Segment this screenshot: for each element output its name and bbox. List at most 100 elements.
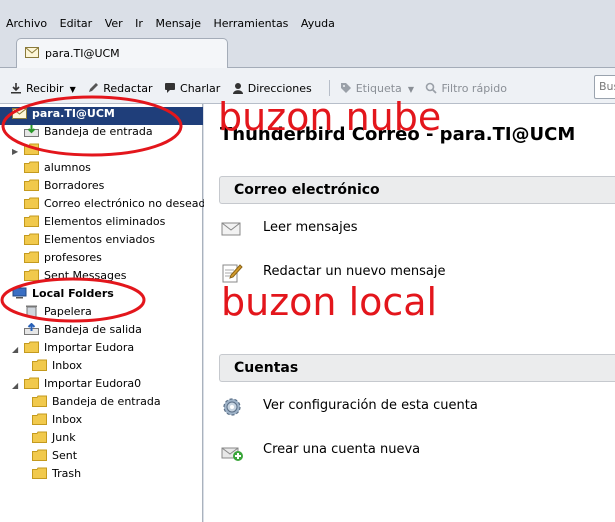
menu-mensaje[interactable]: Mensaje xyxy=(155,17,201,30)
folder-icon xyxy=(32,449,47,461)
email-section-header: Correo electrónico xyxy=(219,176,615,204)
tag-button[interactable]: Etiqueta ▼ xyxy=(340,82,414,95)
tree-item-folder[interactable]: Trash xyxy=(0,467,203,485)
tree-item-inbox[interactable]: Bandeja de entrada xyxy=(0,125,203,143)
toolbar-separator xyxy=(329,80,331,96)
folder-icon xyxy=(32,467,47,479)
folder-icon xyxy=(24,269,39,281)
quick-filter-button[interactable]: Filtro rápido xyxy=(425,82,507,95)
get-mail-button[interactable]: Recibir ▼ xyxy=(10,82,76,95)
folder-icon xyxy=(32,413,47,425)
tree-item-label: Importar Eudora0 xyxy=(44,377,142,390)
folder-icon xyxy=(24,233,39,245)
write-button[interactable]: Redactar xyxy=(87,82,153,95)
search-input[interactable]: Bus xyxy=(594,75,615,99)
new-account-icon xyxy=(221,447,243,461)
tree-item-folder[interactable]: Elementos enviados xyxy=(0,233,203,251)
tree-item-label: profesores xyxy=(44,251,102,264)
chat-button[interactable]: Charlar xyxy=(164,82,220,95)
menu-ayuda[interactable]: Ayuda xyxy=(301,17,335,30)
folder-icon xyxy=(24,179,39,191)
download-arrow-icon xyxy=(11,83,21,94)
tree-item-folder[interactable]: Inbox xyxy=(0,413,203,431)
page-title: Thunderbird Correo - para.TI@UCM xyxy=(220,124,576,145)
mail-account-icon xyxy=(12,108,27,119)
person-icon xyxy=(232,83,243,94)
outbox-icon xyxy=(24,323,39,335)
create-account-label: Crear una cuenta nueva xyxy=(263,442,421,457)
tree-item-label: Bandeja de salida xyxy=(44,323,142,336)
write-label: Redactar xyxy=(103,82,153,95)
chat-label: Charlar xyxy=(180,82,221,95)
tree-item-label: alumnos xyxy=(44,161,91,174)
tab-account[interactable]: para.TI@UCM xyxy=(16,38,228,69)
tree-item-label: Elementos enviados xyxy=(44,233,155,246)
collapse-arrow-icon[interactable]: ◢ xyxy=(12,345,18,354)
tree-item-label: Elementos eliminados xyxy=(44,215,166,228)
folder-icon xyxy=(24,197,39,209)
folder-icon xyxy=(24,215,39,227)
folder-icon xyxy=(24,143,39,155)
tree-item-folder[interactable]: ▶ xyxy=(0,143,203,161)
tree-item-label: Inbox xyxy=(52,359,83,372)
tree-item-label: Importar Eudora xyxy=(44,341,135,354)
tree-item-folder[interactable]: Elementos eliminados xyxy=(0,215,203,233)
menu-archivo[interactable]: Archivo xyxy=(6,17,47,30)
collapse-arrow-icon[interactable]: ◢ xyxy=(12,381,18,390)
gear-icon xyxy=(223,398,241,416)
tree-item-local-folders[interactable]: Local Folders xyxy=(0,287,203,305)
tree-item-folder[interactable]: ◢ Importar Eudora0 xyxy=(0,377,203,395)
tree-item-folder[interactable]: Correo electrónico no deseado xyxy=(0,197,212,215)
folder-pane: para.TI@UCM Bandeja de entrada ▶ alumnos… xyxy=(0,104,212,522)
quick-filter-label: Filtro rápido xyxy=(441,82,507,95)
tree-item-label: Inbox xyxy=(52,413,83,426)
menu-herramientas[interactable]: Herramientas xyxy=(213,17,288,30)
tree-item-folder[interactable]: Inbox xyxy=(0,359,203,377)
tab-strip: para.TI@UCM xyxy=(0,38,615,69)
tree-item-folder[interactable]: Sent xyxy=(0,449,203,467)
tree-item-label: para.TI@UCM xyxy=(32,107,115,120)
tree-item-folder[interactable]: profesores xyxy=(0,251,203,269)
tag-icon xyxy=(340,83,351,93)
tree-item-folder[interactable]: alumnos xyxy=(0,161,203,179)
tree-item-label: Local Folders xyxy=(32,287,114,300)
read-messages-label: Leer mensajes xyxy=(263,220,358,235)
compose-icon xyxy=(222,264,243,283)
envelope-icon xyxy=(221,222,241,236)
menu-ver[interactable]: Ver xyxy=(105,17,123,30)
tree-item-folder[interactable]: Sent Messages xyxy=(0,269,203,287)
folder-icon xyxy=(24,251,39,263)
folder-icon xyxy=(24,161,39,173)
chevron-down-icon[interactable]: ▼ xyxy=(408,85,414,94)
tree-item-label: Bandeja de entrada xyxy=(52,395,161,408)
tree-item-label: Bandeja de entrada xyxy=(44,125,153,138)
address-book-button[interactable]: Direcciones xyxy=(232,82,312,95)
tree-item-label: Junk xyxy=(52,431,76,444)
tree-item-account[interactable]: para.TI@UCM xyxy=(0,107,203,125)
expand-arrow-icon[interactable]: ▶ xyxy=(12,147,18,156)
tree-item-label: Papelera xyxy=(44,305,92,318)
folder-icon xyxy=(24,377,39,389)
tree-item-folder[interactable]: Bandeja de entrada xyxy=(0,395,203,413)
mail-account-icon xyxy=(25,47,39,58)
tree-item-folder[interactable]: ◢ Importar Eudora xyxy=(0,341,203,359)
get-mail-label: Recibir xyxy=(26,82,64,95)
account-central: Thunderbird Correo - para.TI@UCM Correo … xyxy=(204,104,615,522)
menu-editar[interactable]: Editar xyxy=(60,17,93,30)
tab-label: para.TI@UCM xyxy=(45,47,120,60)
folder-icon xyxy=(24,341,39,353)
tree-item-folder[interactable]: Junk xyxy=(0,431,203,449)
tree-item-label: Trash xyxy=(52,467,82,480)
chevron-down-icon[interactable]: ▼ xyxy=(70,85,76,94)
folder-icon xyxy=(32,431,47,443)
tree-item-label: Sent xyxy=(52,449,78,462)
menu-ir[interactable]: Ir xyxy=(135,17,143,30)
magnifier-icon xyxy=(426,82,438,94)
folder-icon xyxy=(32,359,47,371)
inbox-icon xyxy=(24,125,39,137)
tree-item-folder[interactable]: Borradores xyxy=(0,179,203,197)
tree-item-outbox[interactable]: Bandeja de salida xyxy=(0,323,203,341)
folder-icon xyxy=(32,395,47,407)
tree-item-trash[interactable]: Papelera xyxy=(0,305,203,323)
tree-item-label: Sent Messages xyxy=(44,269,127,282)
